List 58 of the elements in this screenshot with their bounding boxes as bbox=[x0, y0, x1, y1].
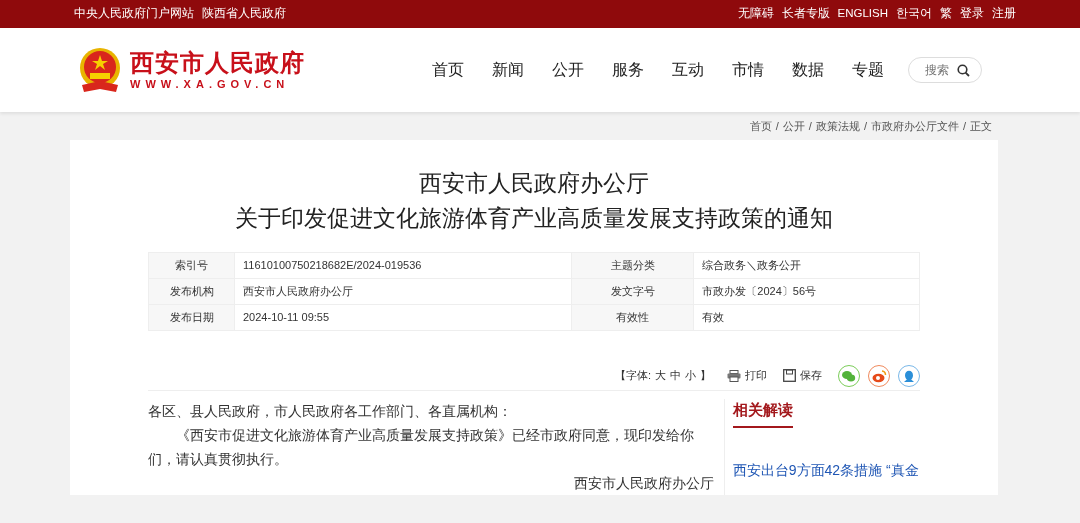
site-url: WWW.XA.GOV.CN bbox=[130, 78, 291, 90]
meta-label: 索引号 bbox=[148, 252, 235, 279]
breadcrumb-link[interactable]: 市政府办公厅文件 bbox=[870, 117, 959, 135]
top-link[interactable]: 陕西省人民政府 bbox=[202, 5, 286, 23]
font-size-bracket: 】 bbox=[700, 368, 711, 384]
breadcrumb-link[interactable]: 公开 bbox=[782, 117, 805, 135]
article-title: 西安市人民政府办公厅 bbox=[418, 169, 650, 198]
nav-link[interactable]: 互动 bbox=[672, 58, 704, 82]
breadcrumb-link[interactable]: 正文 bbox=[970, 117, 992, 135]
signature-text: 西安市人民政府办公厅 bbox=[572, 474, 714, 493]
font-size-label: 【字体: bbox=[614, 368, 651, 384]
related-heading: 相关解读 bbox=[732, 399, 793, 428]
site-name: 西安市人民政府 bbox=[130, 50, 305, 75]
emblem-drawing bbox=[78, 47, 122, 93]
top-link[interactable]: 繁 bbox=[940, 5, 952, 23]
printer-icon[interactable] bbox=[727, 369, 741, 382]
search-icon[interactable] bbox=[957, 64, 970, 77]
save-link[interactable]: 保存 bbox=[800, 367, 822, 384]
breadcrumb-separator: / bbox=[808, 118, 812, 134]
font-size-option[interactable]: 大 bbox=[655, 367, 666, 384]
breadcrumb-separator: / bbox=[962, 118, 966, 134]
nav-link[interactable]: 市情 bbox=[732, 58, 764, 82]
meta-label: 发布机构 bbox=[148, 278, 235, 305]
meta-label: 有效性 bbox=[571, 304, 694, 331]
salutation-text: 各区、县人民政府，市人民政府各工作部门、各直属机构： bbox=[148, 402, 513, 421]
top-link[interactable]: 无障碍 bbox=[737, 5, 774, 23]
breadcrumb-link[interactable]: 首页 bbox=[749, 117, 772, 135]
meta-label: 发文字号 bbox=[571, 278, 694, 305]
meta-label: 主题分类 bbox=[571, 252, 694, 279]
top-link[interactable]: 登录 bbox=[960, 5, 984, 23]
nav-link[interactable]: 数据 bbox=[792, 58, 824, 82]
nav-link[interactable]: 公开 bbox=[552, 58, 584, 82]
breadcrumb-link[interactable]: 政策法规 bbox=[815, 117, 860, 135]
font-size-option[interactable]: 小 bbox=[685, 367, 696, 384]
meta-value: 有效 bbox=[693, 304, 920, 331]
top-link[interactable]: 长者专版 bbox=[781, 5, 830, 23]
nav-link[interactable]: 专题 bbox=[852, 58, 884, 82]
meta-value: 市政办发〔2024〕56号 bbox=[693, 278, 920, 305]
nav-link[interactable]: 新闻 bbox=[492, 58, 524, 82]
top-link[interactable]: 中央人民政府门户网站 bbox=[74, 5, 194, 23]
breadcrumb-separator: / bbox=[775, 118, 779, 134]
meta-value: 2024-10-11 09:55 bbox=[234, 304, 572, 331]
top-link[interactable]: ENGLISH bbox=[837, 5, 888, 23]
related-article-link[interactable]: 西安出台9方面42条措施 “真金 bbox=[732, 461, 919, 478]
font-size-option[interactable]: 中 bbox=[670, 367, 681, 384]
meta-label: 发布日期 bbox=[148, 304, 235, 331]
top-link[interactable]: 注册 bbox=[992, 5, 1016, 23]
top-link[interactable]: 한국어 bbox=[896, 5, 932, 23]
search-field[interactable]: 搜索 bbox=[908, 57, 982, 83]
nav-link[interactable]: 首页 bbox=[432, 58, 464, 82]
meta-value: 西安市人民政府办公厅 bbox=[234, 278, 572, 305]
nav-link[interactable]: 服务 bbox=[612, 58, 644, 82]
article-title: 关于印发促进文化旅游体育产业高质量发展支持政策的通知 bbox=[234, 204, 834, 233]
breadcrumb-separator: / bbox=[863, 118, 867, 134]
body-paragraph: 《西安市促进文化旅游体育产业高质量发展支持政策》已经市政府同意，现印发给你们，请认真贯彻执行。 bbox=[148, 426, 695, 469]
print-link[interactable]: 打印 bbox=[745, 367, 767, 384]
meta-value: 综合政务＼政务公开 bbox=[693, 252, 920, 279]
meta-value: 11610100750218682E/2024-019536 bbox=[234, 252, 572, 279]
